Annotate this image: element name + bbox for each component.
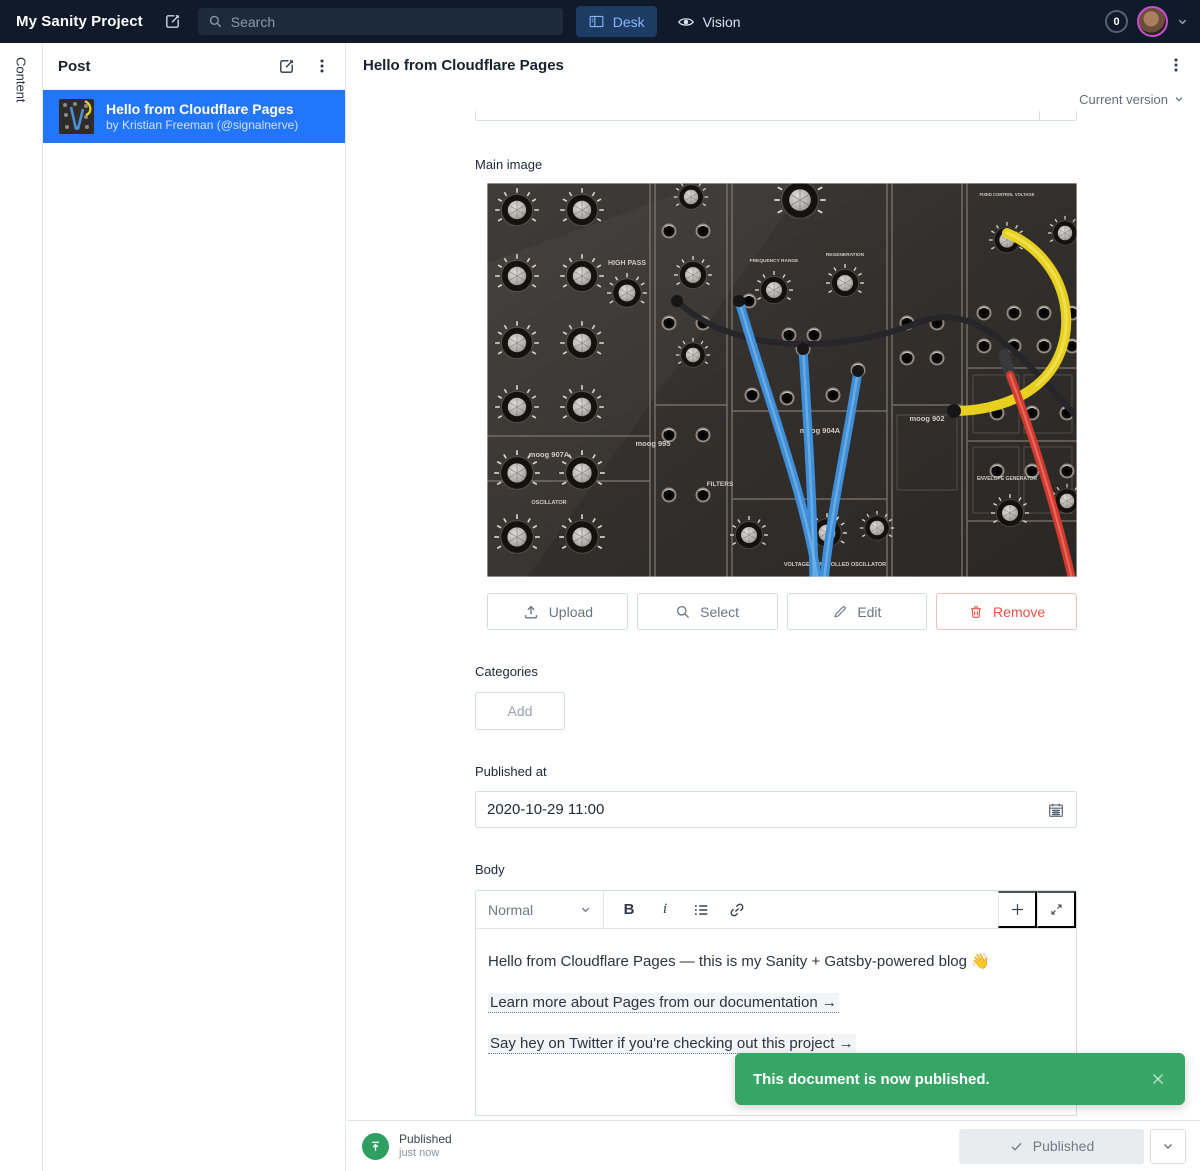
edit-button[interactable]: Edit xyxy=(787,593,928,630)
document-footer: Published just now Published xyxy=(347,1120,1200,1171)
desk-icon xyxy=(588,13,605,30)
field-label-body: Body xyxy=(475,862,1200,877)
chevron-down-icon xyxy=(580,904,591,915)
expand-icon[interactable] xyxy=(1037,891,1076,928)
post-panel-header: Post xyxy=(43,43,345,90)
published-at-field[interactable] xyxy=(475,791,1077,828)
upload-label: Upload xyxy=(549,604,593,620)
bold-button[interactable]: B xyxy=(612,894,646,926)
select-button[interactable]: Select xyxy=(637,593,778,630)
tab-vision[interactable]: Vision xyxy=(665,6,753,37)
calendar-icon[interactable] xyxy=(1047,801,1065,819)
svg-text:moog 907A: moog 907A xyxy=(529,450,570,459)
body-link-twitter[interactable]: Say hey on Twitter if you're checking ou… xyxy=(488,1034,856,1054)
slug-field-partial[interactable] xyxy=(475,111,1077,121)
field-label-main-image: Main image xyxy=(475,157,1200,172)
publish-status-chip[interactable]: Published just now xyxy=(362,1132,452,1161)
content-rail-label[interactable]: Content xyxy=(14,57,29,1171)
tab-desk-label: Desk xyxy=(613,14,645,30)
workspace-tabs: Desk Vision xyxy=(576,6,753,37)
content-rail: Content xyxy=(0,43,43,1171)
svg-text:REGENERATION: REGENERATION xyxy=(826,252,865,258)
field-label-published-at: Published at xyxy=(475,764,1200,779)
search-icon xyxy=(208,14,223,29)
search-input[interactable] xyxy=(231,14,553,30)
publish-button-label: Published xyxy=(1033,1138,1095,1154)
upload-button[interactable]: Upload xyxy=(487,593,628,630)
tab-desk[interactable]: Desk xyxy=(576,6,657,37)
italic-button[interactable]: i xyxy=(648,894,682,926)
more-vertical-icon[interactable] xyxy=(314,58,330,74)
publish-icon xyxy=(362,1133,389,1160)
insert-block-icon[interactable] xyxy=(998,891,1037,928)
post-thumbnail xyxy=(59,99,94,134)
add-category-button[interactable]: Add xyxy=(475,692,565,730)
search-icon xyxy=(675,604,691,620)
svg-text:FIXED CONTROL VOLTAGE: FIXED CONTROL VOLTAGE xyxy=(980,192,1035,197)
chevron-down-icon[interactable] xyxy=(1177,16,1188,27)
modular-synthesizer-photo: HIGH PASS FREQUENCY RANGE REGENERATION m… xyxy=(487,183,1077,577)
pencil-icon xyxy=(832,604,848,620)
publish-button[interactable]: Published xyxy=(959,1129,1144,1164)
text-style-value: Normal xyxy=(488,902,533,918)
bullet-list-icon[interactable] xyxy=(684,894,718,926)
list-item-title: Hello from Cloudflare Pages xyxy=(106,100,298,118)
svg-text:VOLTAGE CONTROLLED OSCILLATOR: VOLTAGE CONTROLLED OSCILLATOR xyxy=(784,562,886,568)
list-item-subtitle: by Kristian Freeman (@signalnerve) xyxy=(106,118,298,134)
body-paragraph: Hello from Cloudflare Pages — this is my… xyxy=(488,951,1064,972)
check-icon xyxy=(1009,1139,1024,1154)
svg-text:moog 995: moog 995 xyxy=(635,439,670,448)
select-label: Select xyxy=(700,604,739,620)
text-style-select[interactable]: Normal xyxy=(476,891,604,928)
image-actions: Upload Select Edit xyxy=(487,593,1077,630)
chevron-down-icon xyxy=(1174,94,1184,104)
more-vertical-icon[interactable] xyxy=(1168,57,1184,73)
toast-published: This document is now published. xyxy=(735,1053,1185,1105)
post-list-panel: Post xyxy=(43,43,346,1171)
project-title: My Sanity Project xyxy=(16,13,143,30)
version-label: Current version xyxy=(1079,92,1168,107)
trash-icon xyxy=(968,604,984,620)
version-selector[interactable]: Current version xyxy=(363,87,1184,111)
svg-text:OSCILLATOR: OSCILLATOR xyxy=(531,500,566,506)
svg-text:HIGH PASS: HIGH PASS xyxy=(608,260,646,267)
upload-icon xyxy=(522,603,540,621)
compose-icon[interactable] xyxy=(277,57,296,76)
top-navbar: My Sanity Project Desk xyxy=(0,0,1200,43)
remove-button[interactable]: Remove xyxy=(936,593,1077,630)
svg-text:FREQUENCY RANGE: FREQUENCY RANGE xyxy=(750,258,799,264)
remove-label: Remove xyxy=(993,604,1045,620)
document-header: Hello from Cloudflare Pages Current vers… xyxy=(347,43,1200,111)
tab-vision-label: Vision xyxy=(703,14,741,30)
publish-status-label: Published xyxy=(399,1132,452,1147)
list-item-post[interactable]: Hello from Cloudflare Pages by Kristian … xyxy=(43,90,345,143)
publish-menu-button[interactable] xyxy=(1150,1129,1186,1164)
body-link-documentation[interactable]: Learn more about Pages from our document… xyxy=(488,993,839,1013)
field-label-categories: Categories xyxy=(475,664,1200,679)
document-panel: Hello from Cloudflare Pages Current vers… xyxy=(347,43,1200,1171)
eye-icon xyxy=(677,13,695,31)
toast-message: This document is now published. xyxy=(753,1071,990,1088)
chevron-down-icon xyxy=(1162,1140,1174,1152)
document-form: Main image xyxy=(347,111,1200,1120)
svg-text:moog 902: moog 902 xyxy=(909,414,944,423)
edit-label: Edit xyxy=(857,604,881,620)
document-title: Hello from Cloudflare Pages xyxy=(363,57,1168,74)
published-at-input[interactable] xyxy=(487,801,1039,818)
panel-title: Post xyxy=(58,58,259,75)
link-icon[interactable] xyxy=(720,894,754,926)
publish-status-time: just now xyxy=(399,1147,452,1161)
main-image-preview[interactable]: HIGH PASS FREQUENCY RANGE REGENERATION m… xyxy=(487,183,1077,577)
presence-badge[interactable]: 0 xyxy=(1105,10,1128,33)
avatar[interactable] xyxy=(1137,6,1168,37)
editor-toolbar: Normal B i xyxy=(476,891,1076,929)
close-icon[interactable] xyxy=(1149,1070,1167,1088)
search-bar[interactable] xyxy=(198,8,563,35)
svg-text:FILTERS: FILTERS xyxy=(707,481,734,488)
svg-text:ENVELOPE GENERATOR: ENVELOPE GENERATOR xyxy=(977,476,1037,482)
compose-icon[interactable] xyxy=(163,12,182,31)
